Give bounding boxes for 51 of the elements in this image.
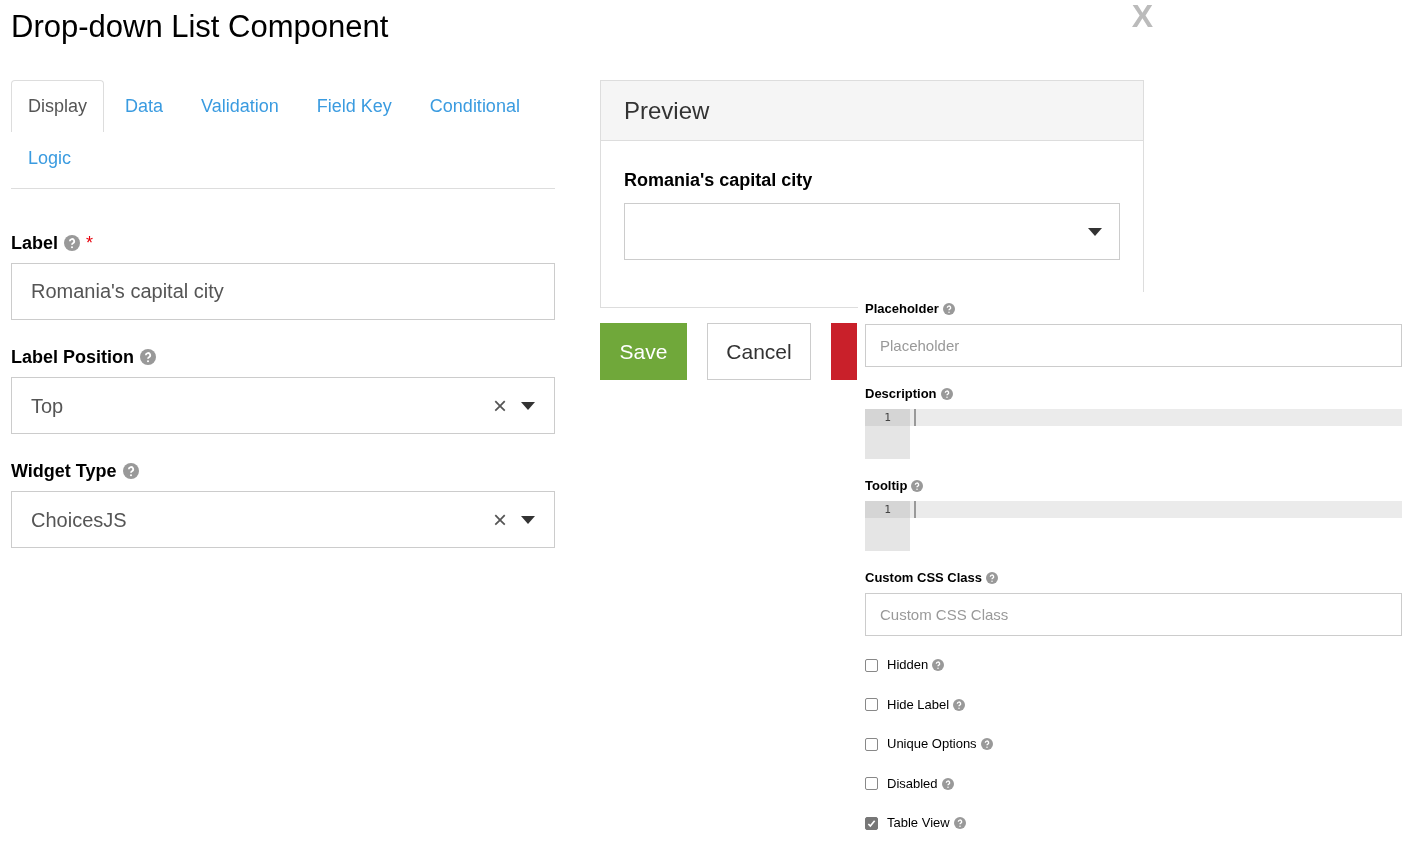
preview-label: Romania's capital city xyxy=(624,169,814,192)
help-icon xyxy=(953,817,966,829)
help-icon xyxy=(953,698,966,711)
dialog-title: Drop-down List Component xyxy=(11,8,389,46)
field-label: Custom CSS Class xyxy=(865,569,983,588)
checkbox[interactable] xyxy=(865,737,878,751)
cancel-button[interactable]: Cancel xyxy=(707,323,811,380)
help-icon xyxy=(940,388,953,400)
code-editor[interactable]: 1 xyxy=(865,409,1402,459)
checkbox[interactable] xyxy=(865,816,878,830)
caret-icon xyxy=(521,515,535,524)
code-editor[interactable]: 1 xyxy=(865,501,1402,551)
checkbox[interactable] xyxy=(865,777,878,790)
checkbox[interactable] xyxy=(865,698,878,711)
field-label: Placeholder xyxy=(865,300,939,319)
help-icon xyxy=(140,349,156,365)
checkbox-label: Unique Options xyxy=(887,735,977,754)
select-field[interactable]: Top × xyxy=(11,377,555,434)
field-label: Label Position xyxy=(11,345,134,369)
required-mark: * xyxy=(86,234,94,252)
caret-icon xyxy=(521,401,535,410)
help-icon xyxy=(122,463,139,479)
help-icon xyxy=(942,303,955,315)
select-field[interactable]: ChoicesJS × xyxy=(11,491,555,548)
clear-button[interactable]: × xyxy=(493,501,507,538)
field-label: Label xyxy=(11,231,58,255)
text-field[interactable]: Romania's capital city xyxy=(11,263,555,320)
select-value: Top xyxy=(31,393,64,419)
help-icon xyxy=(64,235,80,251)
help-icon xyxy=(911,480,924,492)
checkbox[interactable] xyxy=(865,658,878,672)
text-field[interactable]: Custom CSS Class xyxy=(865,593,1402,636)
help-icon xyxy=(980,738,993,750)
text-field[interactable]: Placeholder xyxy=(865,324,1402,367)
line-number: 1 xyxy=(865,409,910,426)
help-icon xyxy=(986,572,999,584)
help-icon xyxy=(941,777,954,790)
help-icon xyxy=(932,659,945,671)
checkbox-label: Table View xyxy=(887,814,950,833)
checkbox-label: Disabled xyxy=(887,774,938,793)
field-label: Tooltip xyxy=(865,477,908,496)
preview-title: Preview xyxy=(624,95,710,126)
field-label: Description xyxy=(865,385,937,404)
tab[interactable]: Display xyxy=(11,80,105,132)
clear-button[interactable]: × xyxy=(493,387,507,424)
select-value: ChoicesJS xyxy=(31,507,127,533)
checkbox-label: Hide Label xyxy=(887,695,950,714)
caret-icon xyxy=(1088,227,1102,236)
field-label: Widget Type xyxy=(11,459,117,483)
line-number: 1 xyxy=(865,501,910,518)
checkbox-label: Hidden xyxy=(887,656,929,675)
